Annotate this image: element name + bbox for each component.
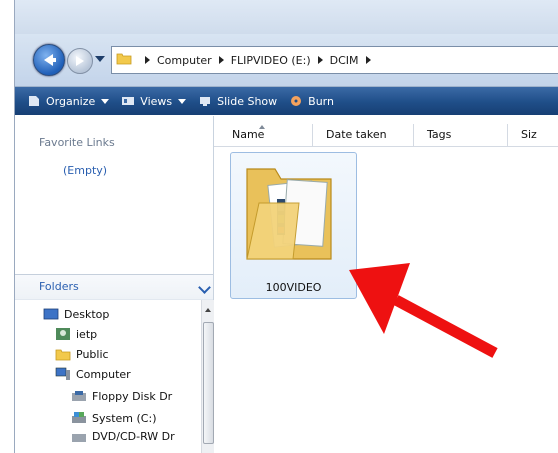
tree-item-label: Desktop	[64, 307, 110, 321]
crumb-dcim[interactable]: DCIM	[330, 54, 359, 67]
column-date-label: Date taken	[326, 128, 387, 141]
floppy-drive-icon	[72, 391, 86, 401]
tree-item-public[interactable]: Public	[55, 344, 109, 364]
slideshow-icon	[200, 97, 211, 106]
desktop-icon	[43, 308, 59, 320]
computer-icon	[55, 367, 70, 380]
user-folder-icon	[56, 328, 70, 340]
slideshow-label: Slide Show	[217, 94, 278, 108]
scroll-up-icon[interactable]	[205, 308, 211, 312]
back-button[interactable]	[33, 44, 65, 76]
tree-item-label: Public	[76, 347, 109, 361]
tree-item-dvd[interactable]: DVD/CD-RW Dr	[71, 430, 175, 444]
tree-item-system-c[interactable]: System (C:)	[71, 408, 157, 428]
back-arrow-icon	[44, 54, 56, 66]
column-headers: Name Date taken Tags Siz	[214, 124, 558, 147]
column-date-taken[interactable]: Date taken	[312, 124, 414, 146]
tree-item-label: System (C:)	[92, 411, 157, 425]
burn-disc-icon	[291, 96, 302, 106]
tree-scrollbar[interactable]	[201, 300, 214, 453]
breadcrumb-separator-icon[interactable]	[145, 56, 150, 64]
crumb-computer[interactable]: Computer	[157, 54, 212, 67]
burn-label: Burn	[308, 94, 334, 108]
breadcrumb-separator-icon[interactable]	[365, 56, 371, 64]
tree-item-desktop[interactable]: Desktop	[43, 304, 109, 324]
crumb-flipvideo[interactable]: FLIPVIDEO (E:)	[231, 54, 311, 67]
tree-item-ietp[interactable]: ietp	[55, 324, 97, 344]
file-list-pane: Name Date taken Tags Siz 100VIDEO	[214, 116, 558, 453]
hard-drive-icon	[72, 412, 86, 423]
views-button[interactable]: Views	[121, 94, 187, 108]
folder-item-100video[interactable]: 100VIDEO	[230, 152, 357, 299]
tree-item-label: Computer	[76, 367, 131, 381]
column-size[interactable]: Siz	[507, 124, 558, 146]
chevron-down-icon	[178, 98, 187, 104]
column-name-label: Name	[232, 128, 265, 141]
views-icon	[122, 97, 135, 105]
breadcrumb: Computer FLIPVIDEO (E:) DCIM	[138, 47, 378, 73]
folder-icon	[246, 168, 332, 260]
window-title-area	[15, 0, 558, 34]
explorer-window: Computer FLIPVIDEO (E:) DCIM Organize Vi…	[14, 0, 558, 453]
organize-label: Organize	[46, 94, 96, 108]
column-tags-label: Tags	[427, 128, 452, 141]
forward-button[interactable]	[67, 48, 93, 74]
favorite-links-empty: (Empty)	[63, 164, 108, 177]
slideshow-button[interactable]: Slide Show	[198, 95, 277, 108]
folder-icon	[55, 349, 71, 361]
recent-pages-dropdown[interactable]	[95, 56, 105, 62]
organize-icon	[29, 96, 39, 106]
forward-arrow-icon	[76, 56, 84, 66]
folders-header[interactable]: Folders	[15, 274, 213, 300]
folder-icon	[116, 53, 132, 65]
favorite-links-title: Favorite Links	[39, 136, 115, 149]
breadcrumb-separator-icon[interactable]	[218, 56, 224, 64]
tree-item-floppy[interactable]: Floppy Disk Dr	[71, 386, 172, 406]
tree-item-label: DVD/CD-RW Dr	[92, 430, 175, 443]
dvd-drive-icon	[72, 434, 86, 442]
chevron-down-icon	[101, 98, 110, 104]
folders-title: Folders	[39, 280, 79, 293]
organize-button[interactable]: Organize	[27, 94, 110, 108]
address-path-box[interactable]: Computer FLIPVIDEO (E:) DCIM	[111, 46, 558, 74]
sort-ascending-icon	[259, 125, 265, 129]
tree-item-computer[interactable]: Computer	[55, 364, 131, 384]
chevron-down-icon[interactable]	[198, 281, 211, 294]
command-toolbar: Organize Views Slide Show Burn	[15, 87, 558, 115]
views-label: Views	[140, 94, 173, 108]
breadcrumb-separator-icon[interactable]	[317, 56, 323, 64]
folder-name: 100VIDEO	[265, 281, 322, 294]
navigation-pane: Favorite Links (Empty) Folders Desktop i…	[15, 116, 214, 453]
column-tags[interactable]: Tags	[413, 124, 508, 146]
burn-button[interactable]: Burn	[289, 95, 334, 108]
tree-item-label: ietp	[76, 327, 98, 341]
scroll-thumb[interactable]	[203, 322, 214, 444]
column-size-label: Siz	[521, 128, 537, 141]
tree-item-label: Floppy Disk Dr	[92, 389, 173, 403]
